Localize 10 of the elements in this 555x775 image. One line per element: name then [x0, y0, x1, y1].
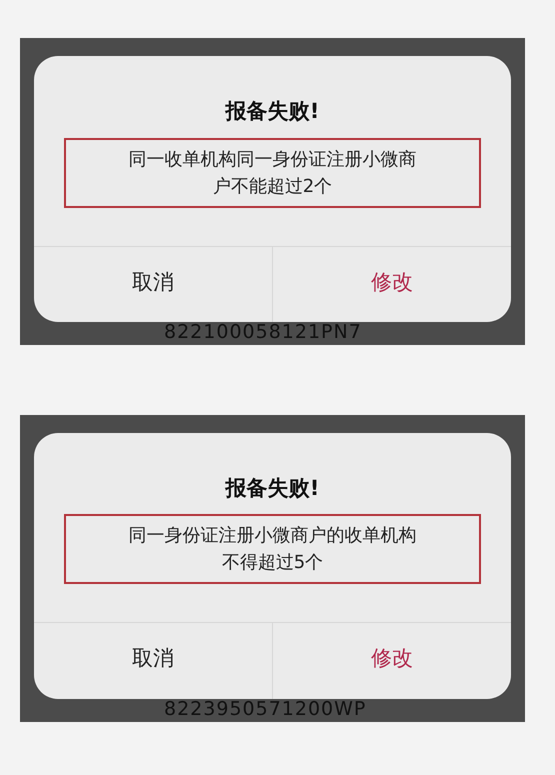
error-message: 同一收单机构同一身份证注册小微商 户不能超过2个 [64, 138, 481, 208]
dialog-title: 报备失败! [224, 474, 320, 502]
dialog-title: 报备失败! [224, 98, 320, 125]
merchant-number: 8223950571200WP [163, 698, 368, 722]
error-message: 同一身份证注册小微商户的收单机构 不得超过5个 [64, 514, 481, 584]
edit-button[interactable]: 修改 [272, 623, 511, 699]
cancel-button[interactable]: 取消 [34, 246, 272, 322]
cancel-button[interactable]: 取消 [34, 623, 272, 699]
edit-button[interactable]: 修改 [272, 246, 511, 322]
merchant-number: 822100058121PN7 [163, 322, 363, 345]
